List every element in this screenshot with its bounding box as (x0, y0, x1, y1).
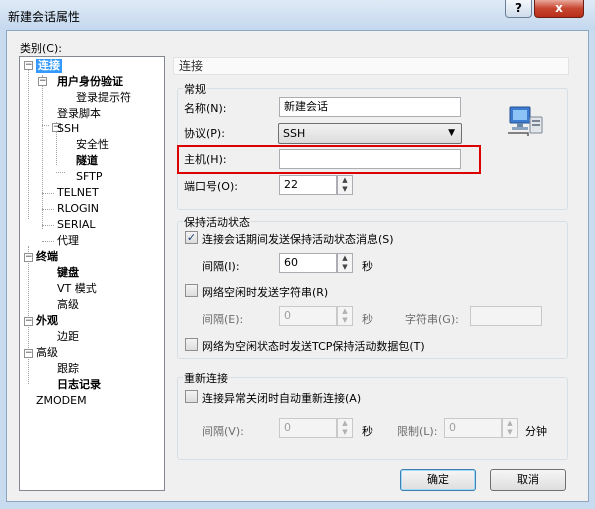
limit-unit: 分钟 (525, 425, 547, 438)
tree-item-trace[interactable]: 跟踪 (57, 362, 79, 376)
protocol-label: 协议(P): (184, 127, 225, 140)
spin-up-icon[interactable]: ▲ (338, 176, 352, 185)
limit-label: 限制(L): (397, 425, 438, 438)
tree-item-logging[interactable]: 日志记录 (57, 378, 101, 392)
tree-item-telnet[interactable]: TELNET (57, 186, 99, 200)
collapse-terminal-toggle[interactable]: − (24, 253, 33, 262)
spin-down-icon[interactable]: ▼ (338, 185, 352, 194)
reconnect-interval-label: 间隔(V): (202, 425, 244, 438)
network-computer-icon (508, 106, 543, 136)
interval-label: 间隔(I): (202, 260, 240, 273)
port-label: 端口号(O): (184, 180, 238, 193)
tree-item-advanced[interactable]: 高级 (36, 346, 58, 360)
limit-spinner[interactable]: ▲ ▼ (502, 418, 518, 438)
tcp-keepalive-checkbox-label: 网络为空闲状态时发送TCP保持活动数据包(T) (202, 340, 425, 353)
host-label: 主机(H): (184, 153, 227, 166)
tree-item-proxy[interactable]: 代理 (57, 234, 79, 248)
spin-down-icon[interactable]: ▼ (338, 263, 352, 272)
name-input[interactable]: 新建会话 (279, 97, 461, 117)
category-tree[interactable]: − 连接 − 用户身份验证 登录提示符 登录脚本 − SSH 安全性 隧道 SF… (19, 56, 165, 491)
idle-interval-unit: 秒 (362, 313, 373, 326)
interval-input[interactable]: 60 (279, 253, 337, 273)
cancel-button[interactable]: 取消 (490, 469, 566, 491)
idle-interval-input[interactable]: 0 (279, 306, 337, 326)
tree-item-auth[interactable]: 用户身份验证 (57, 75, 123, 89)
tree-item-security[interactable]: 安全性 (76, 138, 109, 152)
protocol-value: SSH (283, 127, 306, 140)
keepalive-group-title: 保持活动状态 (183, 214, 251, 230)
auto-reconnect-checkbox-label: 连接异常关闭时自动重新连接(A) (202, 392, 362, 405)
title-bar: 新建会话属性 ? x (0, 0, 595, 30)
tcp-keepalive-checkbox[interactable] (185, 338, 198, 351)
keepalive-checkbox[interactable]: ✓ (185, 231, 198, 244)
spin-down-icon[interactable]: ▼ (503, 428, 517, 437)
port-input[interactable]: 22 (279, 175, 337, 195)
keepalive-checkbox-label: 连接会话期间发送保持活动状态消息(S) (202, 233, 394, 246)
spin-up-icon[interactable]: ▲ (503, 419, 517, 428)
tree-item-zmodem[interactable]: ZMODEM (36, 394, 87, 408)
reconnect-interval-spinner[interactable]: ▲ ▼ (337, 418, 353, 438)
host-input[interactable] (279, 149, 461, 169)
ok-button[interactable]: 确定 (400, 469, 476, 491)
spin-up-icon[interactable]: ▲ (338, 307, 352, 316)
tree-item-rlogin[interactable]: RLOGIN (57, 202, 99, 216)
limit-input[interactable]: 0 (444, 418, 502, 438)
collapse-advanced-toggle[interactable]: − (24, 349, 33, 358)
tree-item-ssh[interactable]: SSH (57, 122, 79, 136)
tree-item-login-prompt[interactable]: 登录提示符 (76, 91, 131, 105)
spin-up-icon[interactable]: ▲ (338, 419, 352, 428)
tree-item-margin[interactable]: 边距 (57, 330, 79, 344)
collapse-connection-toggle[interactable]: − (24, 61, 33, 70)
collapse-auth-toggle[interactable]: − (38, 77, 47, 86)
spin-down-icon[interactable]: ▼ (338, 316, 352, 325)
tree-item-keyboard[interactable]: 键盘 (57, 266, 79, 280)
tree-item-terminal-advanced[interactable]: 高级 (57, 298, 79, 312)
name-label: 名称(N): (184, 102, 227, 115)
idle-interval-label: 间隔(E): (202, 313, 244, 326)
tree-item-serial[interactable]: SERIAL (57, 218, 95, 232)
dropdown-arrow-icon: ▼ (448, 128, 455, 138)
interval-unit: 秒 (362, 260, 373, 273)
idle-string-checkbox[interactable] (185, 284, 198, 297)
protocol-select[interactable]: SSH ▼ (278, 123, 462, 144)
port-spinner[interactable]: ▲ ▼ (337, 175, 353, 195)
collapse-appearance-toggle[interactable]: − (24, 317, 33, 326)
tree-item-tunnel[interactable]: 隧道 (76, 154, 98, 168)
tree-item-terminal[interactable]: 终端 (36, 250, 58, 264)
pane-title: 连接 (173, 57, 569, 75)
general-group-title: 常规 (183, 81, 207, 97)
session-properties-dialog: 类别(C): − 连接 − 用户身份验证 登录提示符 登录脚本 − SSH 安全… (6, 30, 589, 502)
reconnect-group-title: 重新连接 (183, 370, 229, 386)
tree-item-connection[interactable]: 连接 (36, 59, 62, 73)
window-title: 新建会话属性 (8, 10, 81, 24)
tree-item-appearance[interactable]: 外观 (36, 314, 58, 328)
string-label: 字符串(G): (405, 313, 459, 326)
string-input[interactable] (470, 306, 542, 326)
reconnect-interval-unit: 秒 (362, 425, 373, 438)
spin-up-icon[interactable]: ▲ (338, 254, 352, 263)
close-button[interactable]: x (534, 0, 584, 18)
idle-interval-spinner[interactable]: ▲ ▼ (337, 306, 353, 326)
auto-reconnect-checkbox[interactable] (185, 390, 198, 403)
idle-string-checkbox-label: 网络空闲时发送字符串(R) (202, 286, 329, 299)
spin-down-icon[interactable]: ▼ (338, 428, 352, 437)
reconnect-interval-input[interactable]: 0 (279, 418, 337, 438)
help-button[interactable]: ? (505, 0, 532, 18)
interval-spinner[interactable]: ▲ ▼ (337, 253, 353, 273)
tree-item-login-script[interactable]: 登录脚本 (57, 107, 101, 121)
tree-item-sftp[interactable]: SFTP (76, 170, 102, 184)
category-label: 类别(C): (20, 42, 62, 55)
tree-item-vt-mode[interactable]: VT 模式 (57, 282, 97, 296)
